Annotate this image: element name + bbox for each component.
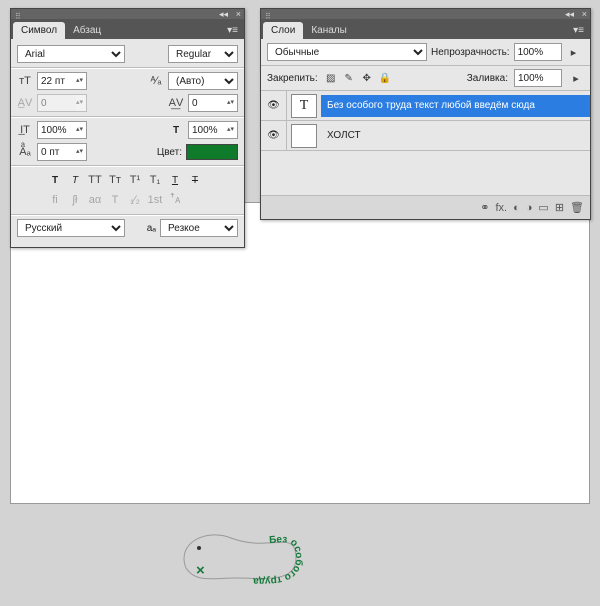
color-swatch[interactable] (186, 144, 238, 160)
tab-channels[interactable]: Каналы (303, 22, 355, 39)
layer-thumb[interactable] (291, 124, 317, 148)
font-family-select[interactable]: Arial (17, 45, 125, 63)
smallcaps-icon[interactable]: Tᴛ (107, 172, 123, 188)
blend-mode-select[interactable]: Обычные (267, 43, 427, 61)
opentype-icon-6: 1st (147, 192, 163, 208)
subscript-icon[interactable]: T₁ (147, 172, 163, 188)
lock-pixels-icon[interactable]: ▨ (324, 71, 338, 85)
lock-paint-icon[interactable]: ✎ (342, 71, 356, 85)
close-icon[interactable]: × (582, 9, 587, 19)
opentype-icon-4: T (107, 192, 123, 208)
visibility-icon[interactable]: 👁 (261, 121, 287, 150)
svg-text:Без особого труда: Без особого труда (253, 534, 305, 586)
tabs: Символ Абзац ▾≡ (11, 19, 244, 39)
vscale-input[interactable]: ▴▾ (37, 121, 87, 139)
fill-label: Заливка: (467, 73, 508, 84)
leading-icon: ᴬ⁄ₐ (148, 73, 164, 89)
language-select[interactable]: Русский (17, 219, 125, 237)
lock-move-icon[interactable]: ✥ (360, 71, 374, 85)
group-icon[interactable]: ▭ (538, 201, 548, 214)
layer-name[interactable]: ХОЛСТ (321, 125, 590, 147)
collapse-icon[interactable]: ◂◂ (565, 9, 574, 20)
fill-input[interactable] (514, 69, 562, 87)
panel-titlebar[interactable]: ⠿ ◂◂ × (11, 9, 244, 19)
adjustment-icon[interactable]: ◑ (526, 202, 533, 214)
visibility-icon[interactable]: 👁 (261, 91, 287, 120)
character-panel: ⠿ ◂◂ × Символ Абзац ▾≡ Arial Regular тT … (10, 8, 245, 248)
layer-list: 👁TБез особого труда текст любой введём с… (261, 91, 590, 195)
layer-name[interactable]: Без особого труда текст любой введём сюд… (321, 95, 590, 117)
tracking-icon: A͟V (168, 95, 184, 111)
tracking-input[interactable]: ▴▾ (188, 94, 238, 112)
new-layer-icon[interactable]: ⊞ (555, 201, 564, 214)
italic-icon[interactable]: T (67, 172, 83, 188)
collapse-icon[interactable]: ◂◂ (219, 9, 228, 20)
allcaps-icon[interactable]: TT (87, 172, 103, 188)
kerning-icon: A̲V (17, 95, 33, 111)
opentype-icon-7: ꜛᴀ (167, 192, 183, 208)
path-text[interactable]: Без особого труда × (176, 523, 316, 606)
antialias-label: aₐ (147, 223, 156, 234)
opentype-icon-3: aα (87, 192, 103, 208)
mask-icon[interactable]: ◐ (513, 202, 520, 214)
tabs: Слои Каналы ▾≡ (261, 19, 590, 39)
hscale-icon: T (168, 122, 184, 138)
opentype-icon-1: fi (47, 192, 63, 208)
svg-text:×: × (196, 562, 205, 579)
layers-panel: ⠿ ◂◂ × Слои Каналы ▾≡ Обычные Непрозрачн… (260, 8, 591, 220)
opentype-icon-2: ʃł (67, 192, 83, 208)
opacity-input[interactable] (514, 43, 562, 61)
fill-arrow-icon[interactable]: ▸ (568, 70, 584, 86)
opentype-icon-5: ₁⁄₂ (127, 192, 143, 208)
panel-menu-icon[interactable]: ▾≡ (567, 22, 590, 39)
kerning-input: ▴▾ (37, 94, 87, 112)
hscale-input[interactable]: ▴▾ (188, 121, 238, 139)
antialias-select[interactable]: Резкое (160, 219, 238, 237)
underline-icon[interactable]: T (167, 172, 183, 188)
layer-row[interactable]: 👁 ХОЛСТ (261, 121, 590, 151)
bold-icon[interactable]: T (47, 172, 63, 188)
tab-character[interactable]: Символ (13, 22, 65, 39)
opacity-label: Непрозрачность: (431, 47, 510, 58)
font-size-input[interactable]: ▴▾ (37, 72, 87, 90)
leading-select[interactable]: (Авто) (168, 72, 238, 90)
baseline-input[interactable]: ▴▾ (37, 143, 87, 161)
layer-thumb[interactable]: T (291, 94, 317, 118)
font-size-icon: тT (17, 73, 33, 89)
vscale-icon: I̲T (17, 122, 33, 138)
tab-layers[interactable]: Слои (263, 22, 303, 39)
panel-menu-icon[interactable]: ▾≡ (221, 22, 244, 39)
trash-icon[interactable]: 🗑 (570, 201, 584, 214)
close-icon[interactable]: × (236, 9, 241, 19)
curved-text: Без особого труда (253, 534, 305, 586)
opacity-arrow-icon[interactable]: ▸ (566, 44, 582, 60)
link-icon[interactable]: ⚭ (480, 201, 489, 214)
font-style-select[interactable]: Regular (168, 45, 238, 63)
lock-all-icon[interactable]: 🔒 (378, 71, 392, 85)
color-label: Цвет: (157, 147, 182, 158)
layer-row[interactable]: 👁TБез особого труда текст любой введём с… (261, 91, 590, 121)
fx-icon[interactable]: fx. (495, 202, 507, 214)
tab-paragraph[interactable]: Абзац (65, 22, 109, 39)
panel-titlebar[interactable]: ⠿ ◂◂ × (261, 9, 590, 19)
baseline-icon: Aͣₐ (17, 144, 33, 160)
strike-icon[interactable]: T (187, 172, 203, 188)
lock-label: Закрепить: (267, 73, 318, 84)
superscript-icon[interactable]: T¹ (127, 172, 143, 188)
